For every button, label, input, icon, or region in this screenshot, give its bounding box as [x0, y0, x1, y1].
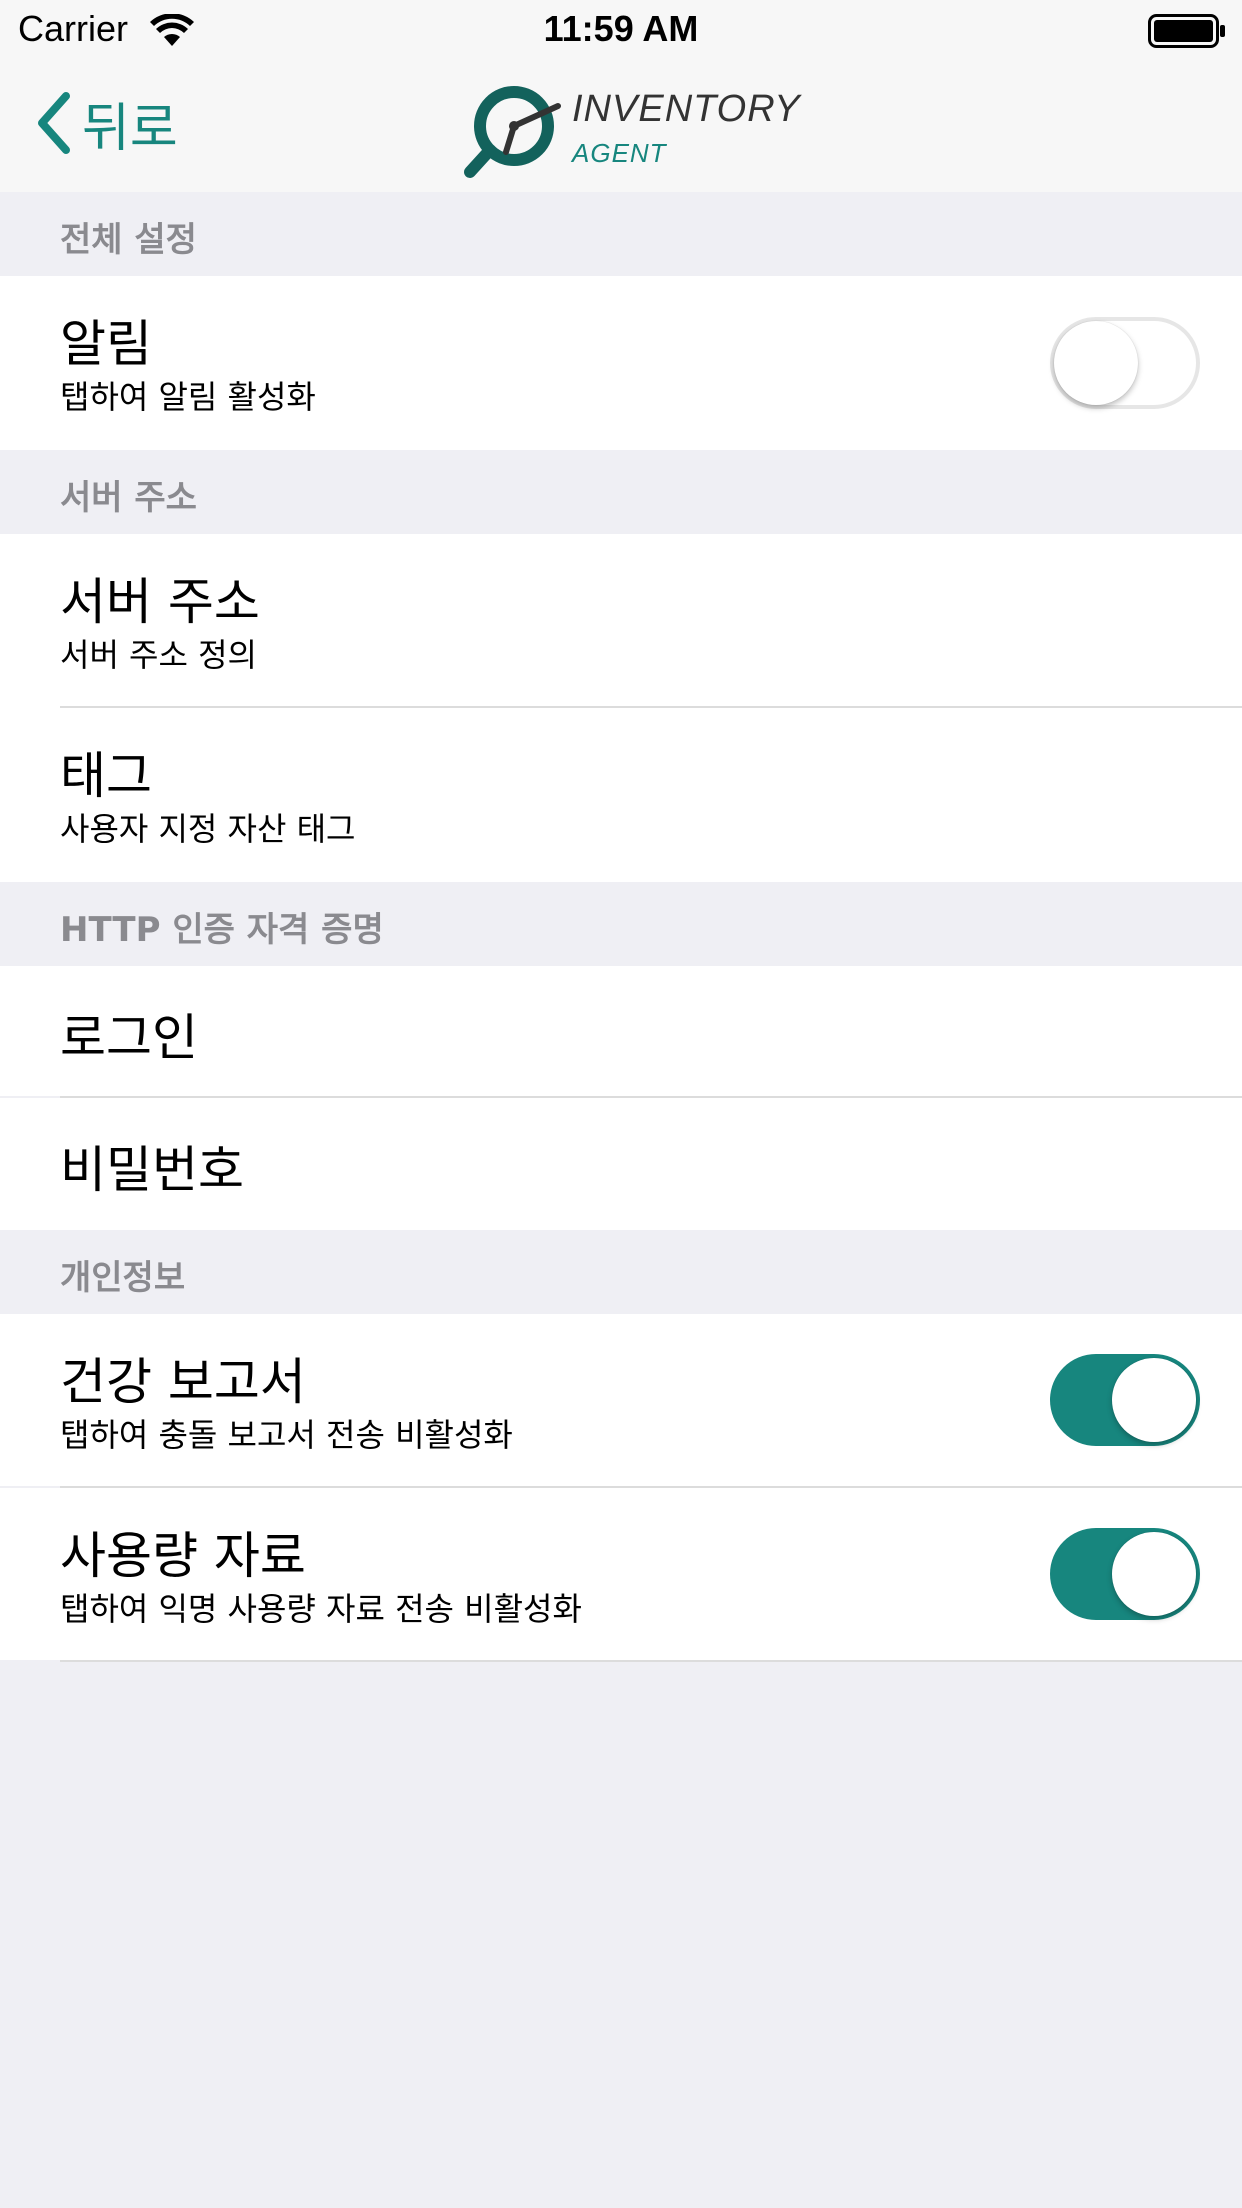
toggle-knob — [1054, 321, 1138, 405]
cell-subtitle: 탭하여 충돌 보고서 전송 비활성화 — [60, 1416, 513, 1454]
back-button[interactable]: 뒤로 — [34, 90, 178, 159]
settings-cell-server-address[interactable]: 서버 주소 서버 주소 정의 — [0, 534, 1242, 708]
settings-cell-health-report[interactable]: 건강 보고서 탭하여 충돌 보고서 전송 비활성화 — [0, 1314, 1242, 1486]
notifications-toggle[interactable] — [1050, 317, 1200, 409]
cell-title: 비밀번호 — [60, 1141, 244, 1199]
section-header-label: 전체 설정 — [60, 220, 197, 260]
settings-cell-tag[interactable]: 태그 사용자 지정 자산 태그 — [0, 708, 1242, 882]
section-header-server: 서버 주소 — [0, 450, 1242, 534]
settings-cell-password[interactable]: 비밀번호 — [0, 1098, 1242, 1230]
logo-subtitle: AGENT — [572, 138, 667, 168]
app-logo: INVENTORY AGENT — [462, 78, 800, 182]
cell-title: 태그 — [60, 747, 152, 805]
section-header-privacy: 개인정보 — [0, 1230, 1242, 1314]
toggle-knob — [1112, 1358, 1196, 1442]
section-header-label: 개인정보 — [60, 1258, 186, 1298]
cell-subtitle: 탭하여 익명 사용량 자료 전송 비활성화 — [60, 1590, 582, 1628]
back-label: 뒤로 — [82, 98, 178, 159]
cell-title: 건강 보고서 — [60, 1353, 306, 1411]
navigation-bar: 뒤로 INVENTORY AGENT — [0, 60, 1242, 194]
settings-cell-usage-data[interactable]: 사용량 자료 탭하여 익명 사용량 자료 전송 비활성화 — [0, 1488, 1242, 1660]
settings-cell-notifications[interactable]: 알림 탭하여 알림 활성화 — [0, 276, 1242, 450]
magnifier-clock-icon — [464, 86, 561, 178]
section-header-label: 서버 주소 — [60, 478, 197, 518]
section-header-general: 전체 설정 — [0, 192, 1242, 276]
cell-title: 사용량 자료 — [60, 1527, 306, 1585]
cell-subtitle: 서버 주소 정의 — [60, 636, 257, 674]
toggle-knob — [1112, 1532, 1196, 1616]
cell-subtitle: 사용자 지정 자산 태그 — [60, 810, 356, 848]
health-report-toggle[interactable] — [1050, 1354, 1200, 1446]
chevron-left-icon — [38, 92, 70, 154]
settings-cell-login[interactable]: 로그인 — [0, 966, 1242, 1096]
cell-subtitle: 탭하여 알림 활성화 — [60, 378, 316, 416]
clock: 11:59 AM — [543, 8, 699, 49]
logo-title: INVENTORY — [572, 88, 801, 130]
cell-title: 로그인 — [60, 1009, 198, 1067]
status-bar: Carrier 11:59 AM — [0, 0, 1242, 60]
section-header-http-auth: HTTP 인증 자격 증명 — [0, 882, 1242, 966]
table-bottom-separator — [60, 1660, 1242, 1662]
battery-icon — [1148, 14, 1225, 48]
usage-data-toggle[interactable] — [1050, 1528, 1200, 1620]
cell-title: 알림 — [60, 315, 152, 373]
cell-title: 서버 주소 — [60, 573, 260, 631]
section-header-label: HTTP 인증 자격 증명 — [60, 910, 384, 950]
